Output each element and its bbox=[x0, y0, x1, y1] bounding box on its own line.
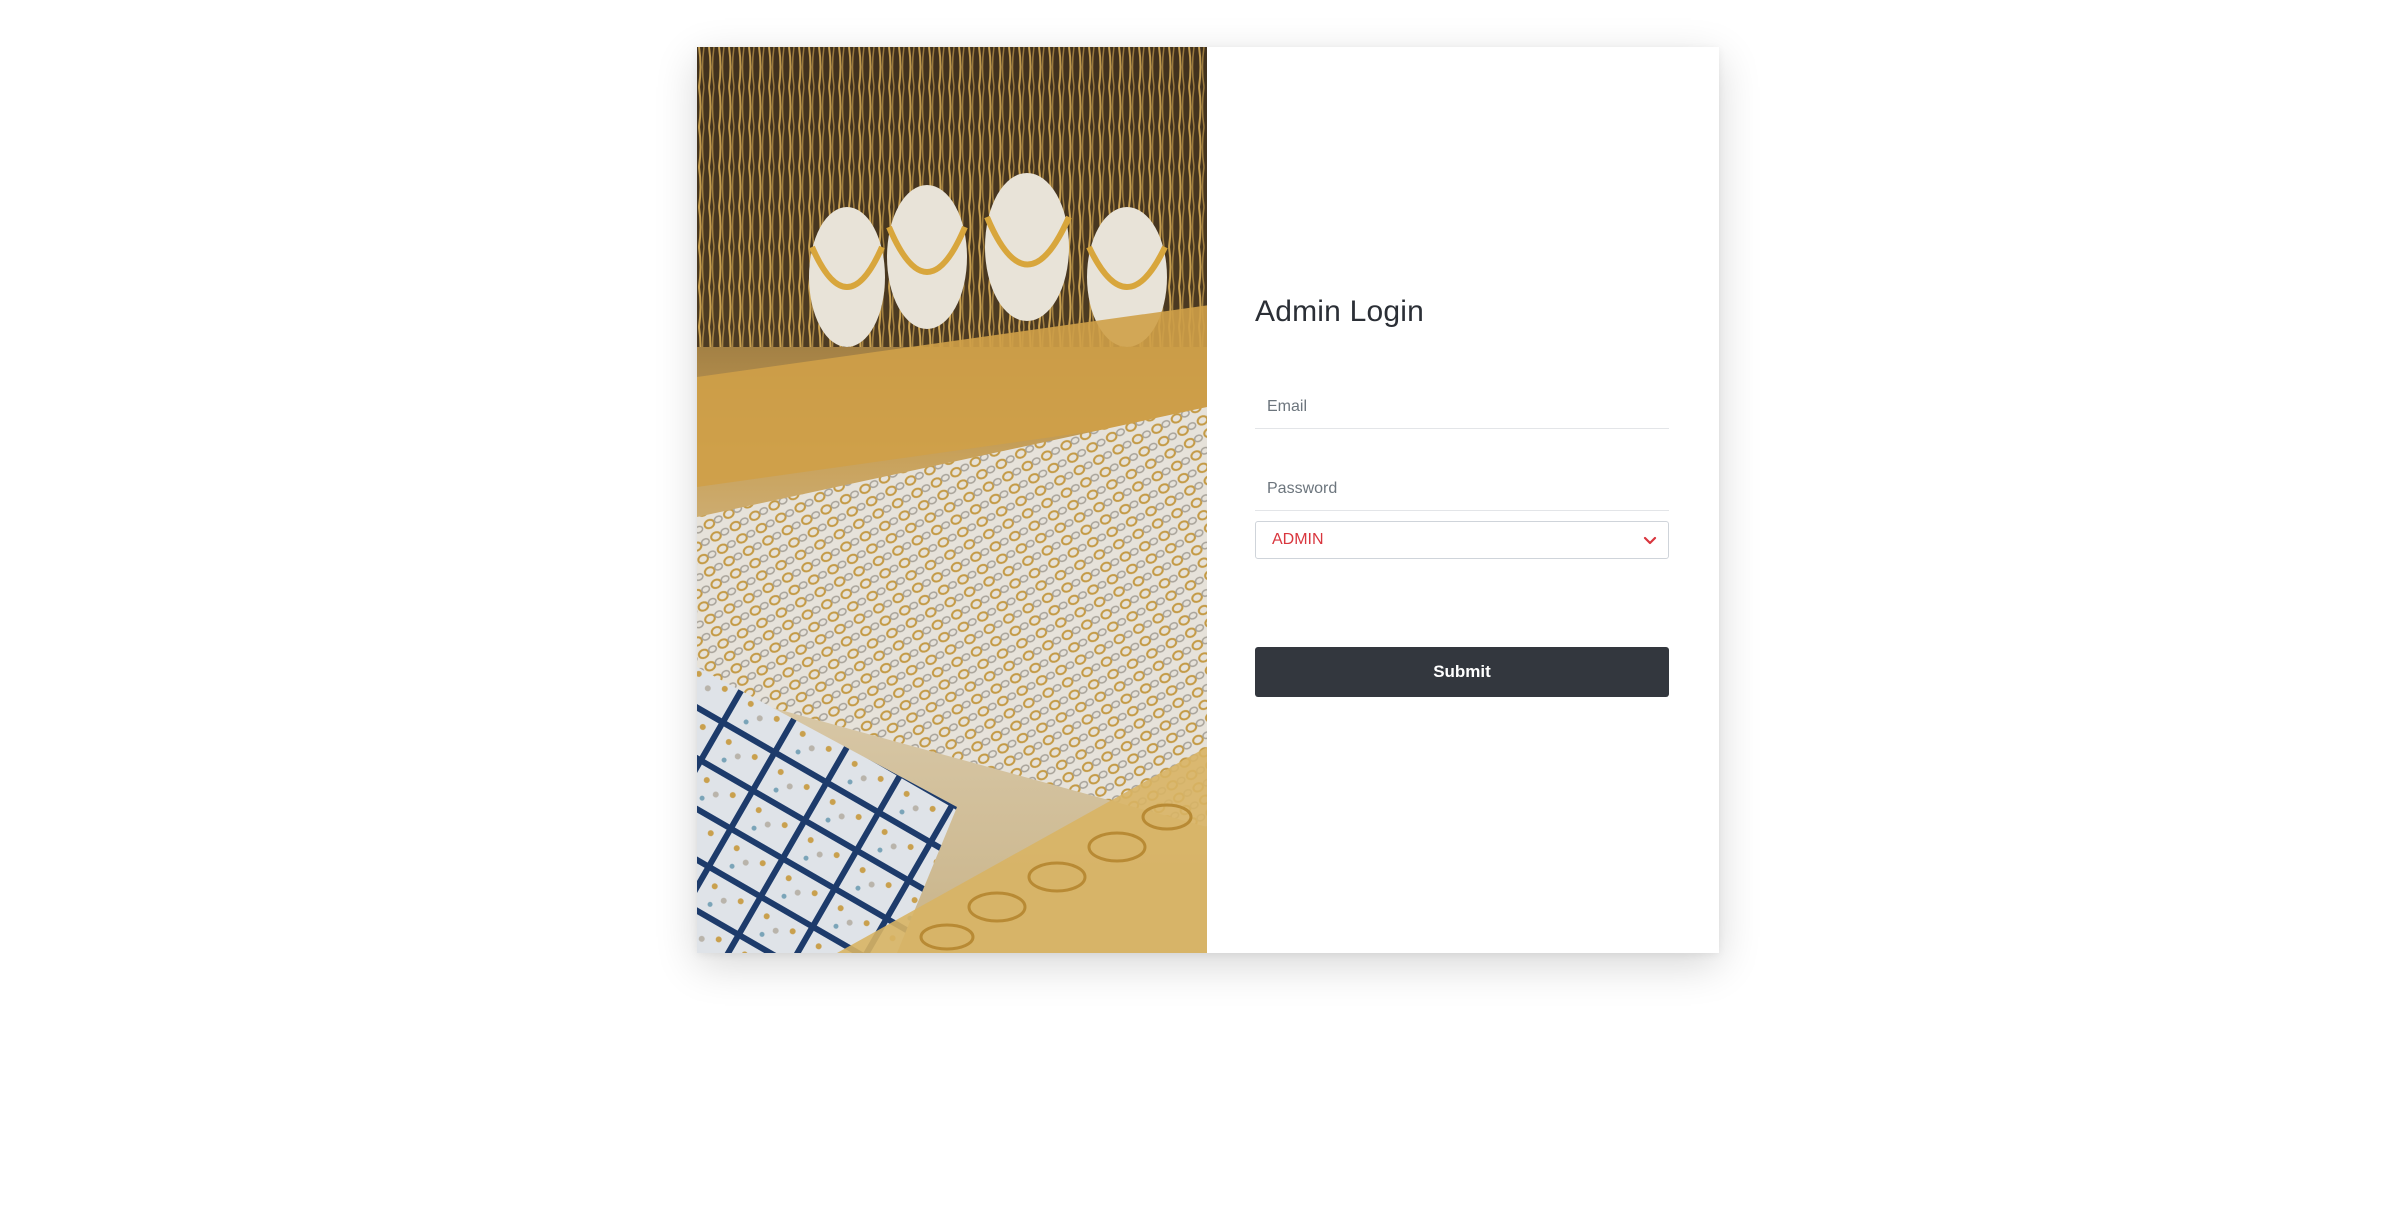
page-title: Admin Login bbox=[1255, 295, 1424, 328]
password-field[interactable] bbox=[1255, 467, 1669, 511]
chevron-down-icon bbox=[1643, 536, 1657, 545]
role-select[interactable]: ADMIN bbox=[1255, 521, 1669, 559]
role-select-value: ADMIN bbox=[1272, 531, 1324, 548]
login-card: Admin Login ADMIN Submit bbox=[697, 47, 1719, 953]
login-form-panel: Admin Login ADMIN Submit bbox=[1207, 47, 1719, 953]
submit-button[interactable]: Submit bbox=[1255, 647, 1669, 697]
jewelry-display-image bbox=[697, 47, 1207, 953]
email-field[interactable] bbox=[1255, 385, 1669, 429]
